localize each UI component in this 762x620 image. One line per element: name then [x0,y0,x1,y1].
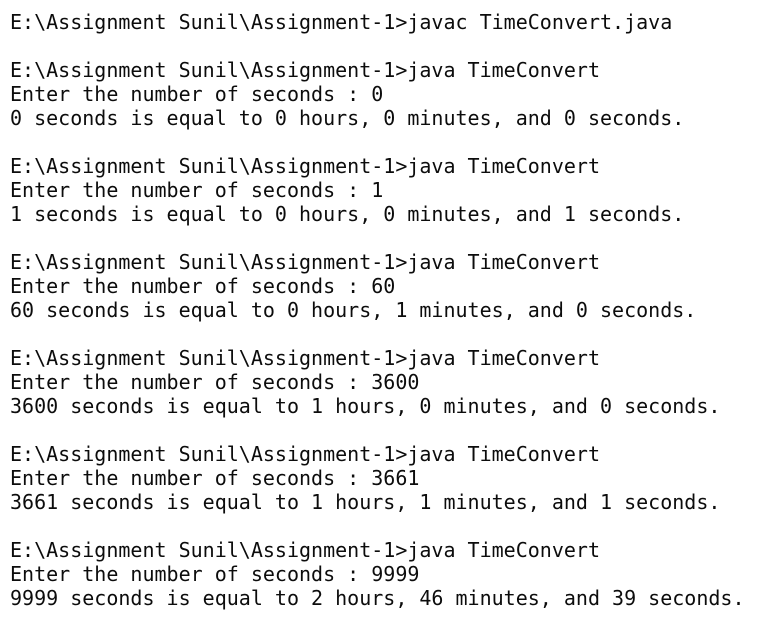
command-line: E:\Assignment Sunil\Assignment-1>java Ti… [10,154,601,178]
command-line: E:\Assignment Sunil\Assignment-1>java Ti… [10,250,601,274]
command-line: E:\Assignment Sunil\Assignment-1>java Ti… [10,58,601,82]
output-line: 0 seconds is equal to 0 hours, 0 minutes… [10,106,685,130]
output-line: 60 seconds is equal to 0 hours, 1 minute… [10,298,697,322]
output-line: 3600 seconds is equal to 1 hours, 0 minu… [10,394,721,418]
output-line: 9999 seconds is equal to 2 hours, 46 min… [10,586,745,610]
terminal-output[interactable]: E:\Assignment Sunil\Assignment-1>javac T… [10,10,745,610]
command-line: E:\Assignment Sunil\Assignment-1>javac T… [10,10,673,34]
output-line: Enter the number of seconds : 60 [10,274,396,298]
output-line: Enter the number of seconds : 0 [10,82,384,106]
output-line: Enter the number of seconds : 3600 [10,370,420,394]
output-line: Enter the number of seconds : 3661 [10,466,420,490]
command-line: E:\Assignment Sunil\Assignment-1>java Ti… [10,538,601,562]
output-line: 1 seconds is equal to 0 hours, 0 minutes… [10,202,685,226]
output-line: Enter the number of seconds : 9999 [10,562,420,586]
command-line: E:\Assignment Sunil\Assignment-1>java Ti… [10,442,601,466]
output-line: 3661 seconds is equal to 1 hours, 1 minu… [10,490,721,514]
output-line: Enter the number of seconds : 1 [10,178,384,202]
command-line: E:\Assignment Sunil\Assignment-1>java Ti… [10,346,601,370]
